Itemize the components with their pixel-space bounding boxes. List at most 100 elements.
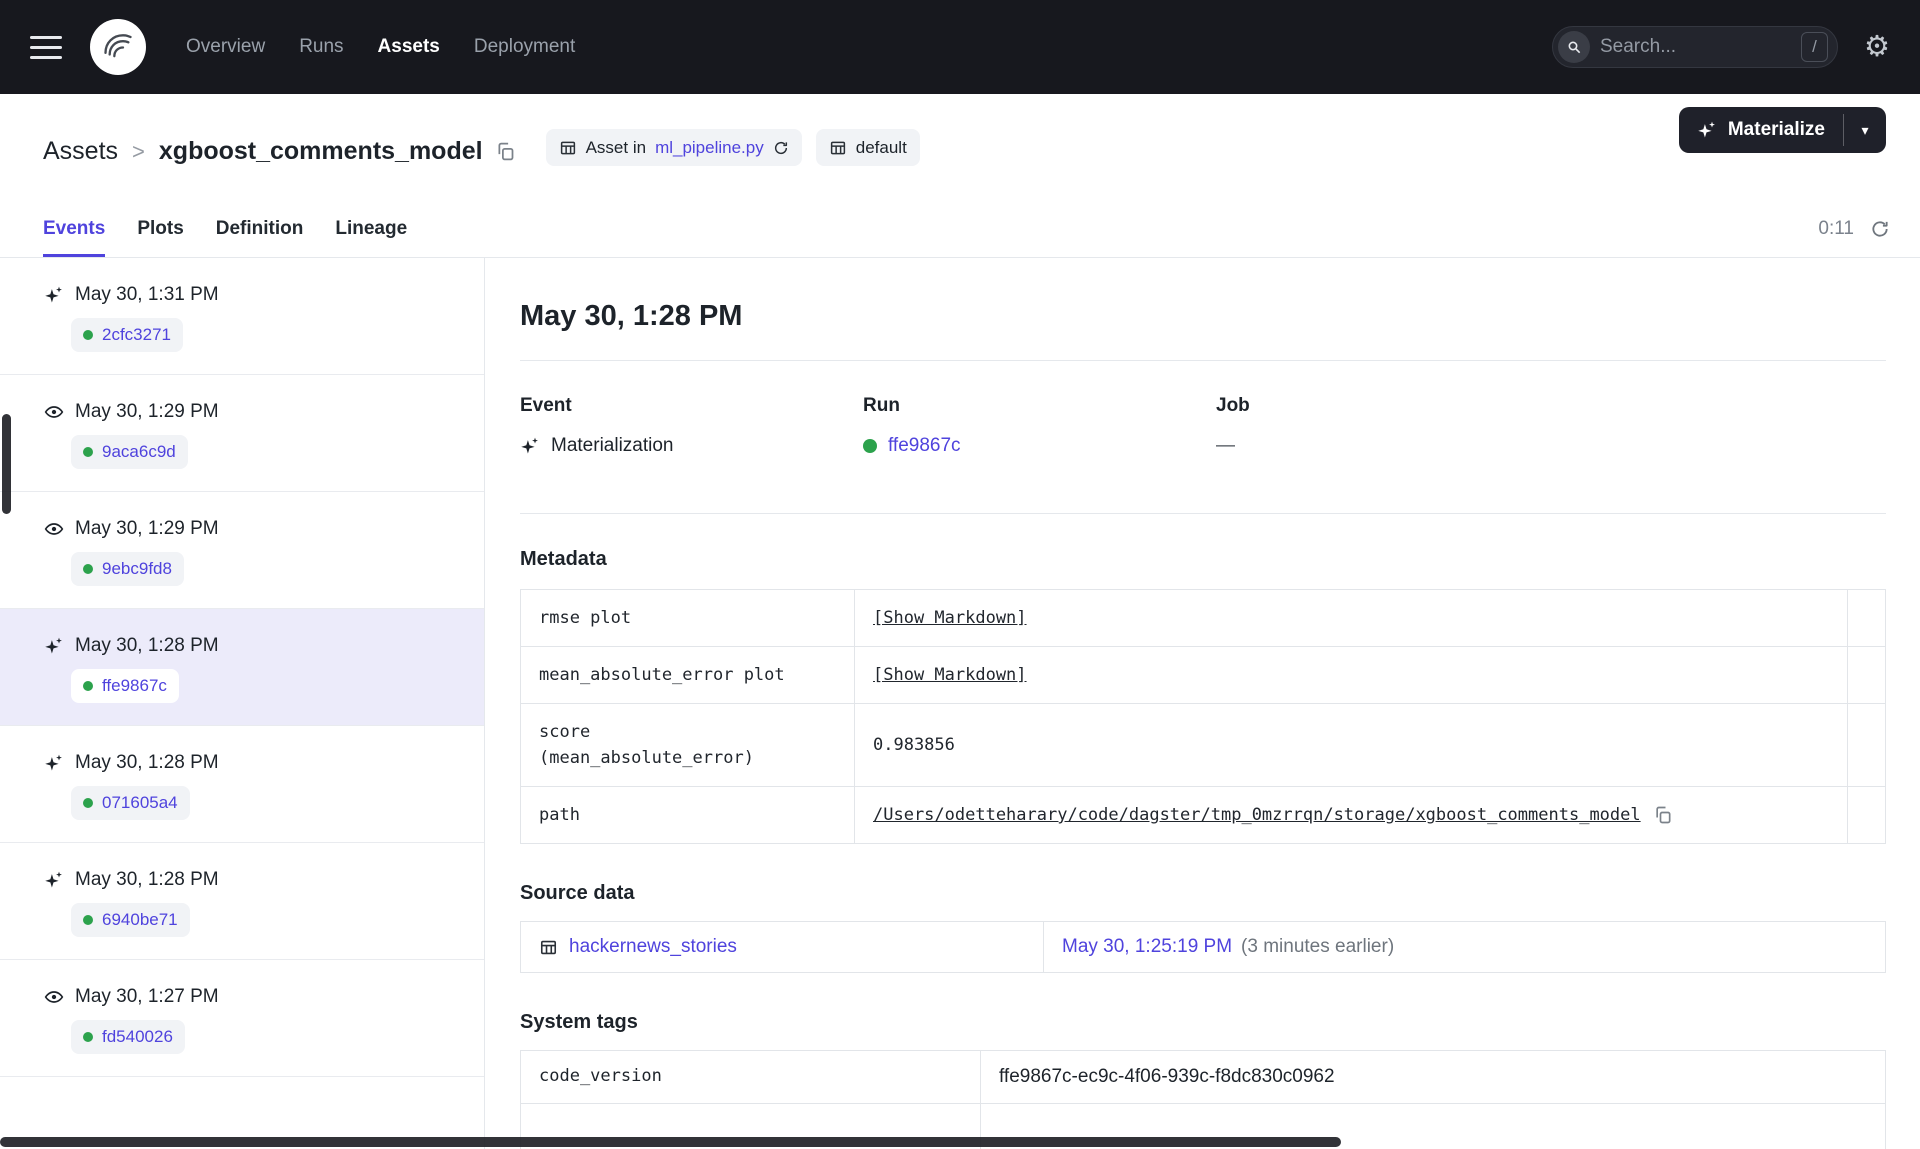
run-tag[interactable]: fd540026: [71, 1020, 185, 1054]
asset-group-tag[interactable]: default: [815, 129, 920, 166]
run-id-link[interactable]: ffe9867c: [888, 435, 961, 457]
tab-lineage[interactable]: Lineage: [335, 218, 407, 257]
event-time: May 30, 1:28 PM: [75, 635, 219, 656]
metadata-row: path /Users/odetteharary/code/dagster/tm…: [521, 786, 1885, 843]
dagster-logo[interactable]: [90, 19, 146, 75]
run-tag[interactable]: 071605a4: [71, 786, 190, 820]
run-id: 071605a4: [102, 793, 178, 812]
show-markdown-link[interactable]: [Show Markdown]: [873, 662, 1027, 688]
timer-value: 0:11: [1818, 218, 1854, 239]
breadcrumb: Assets > xgboost_comments_model: [43, 137, 516, 166]
run-tag[interactable]: ffe9867c: [71, 669, 179, 703]
tab-plots[interactable]: Plots: [137, 218, 183, 257]
metadata-key-line1: score: [539, 722, 591, 742]
run-id: ffe9867c: [102, 676, 167, 695]
job-label: Job: [1216, 395, 1250, 416]
event-time: May 30, 1:28 PM: [75, 752, 219, 773]
event-time: May 30, 1:31 PM: [75, 284, 219, 305]
run-tag[interactable]: 9aca6c9d: [71, 435, 188, 469]
source-timestamp-link[interactable]: May 30, 1:25:19 PM: [1062, 936, 1232, 958]
group-icon: [830, 141, 845, 154]
metadata-score-value: 0.983856: [873, 735, 955, 755]
event-list: May 30, 1:31 PM 2cfc3271 May 30, 1:29 PM…: [0, 258, 485, 1149]
event-label: Event: [520, 395, 572, 416]
event-list-item[interactable]: May 30, 1:27 PM fd540026: [0, 960, 484, 1077]
materialization-icon: [45, 871, 62, 888]
tab-events[interactable]: Events: [43, 218, 105, 257]
pipeline-file-link[interactable]: ml_pipeline.py: [655, 138, 764, 158]
materialization-icon: [45, 754, 62, 771]
run-id: 9aca6c9d: [102, 442, 176, 461]
top-nav: Overview Runs Assets Deployment / ⚙: [0, 0, 1920, 94]
event-type-value: Materialization: [551, 435, 674, 456]
nav-item-assets[interactable]: Assets: [378, 36, 440, 58]
nav-item-deployment[interactable]: Deployment: [474, 36, 575, 58]
gear-icon[interactable]: ⚙: [1864, 32, 1890, 62]
metadata-table: rmse plot [Show Markdown] mean_absolute_…: [520, 589, 1886, 844]
run-tag[interactable]: 9ebc9fd8: [71, 552, 184, 586]
materialization-icon: [45, 286, 62, 303]
asset-in-label: Asset in: [585, 137, 647, 157]
event-time: May 30, 1:28 PM: [75, 869, 219, 890]
event-list-item[interactable]: May 30, 1:29 PM 9ebc9fd8: [0, 492, 484, 609]
metadata-key: mean_absolute_error plot: [521, 647, 855, 703]
run-status-dot: [83, 681, 93, 691]
system-tag-row: code_version ffe9867c-ec9c-4f06-939c-f8d…: [521, 1051, 1885, 1103]
materialize-caret-icon[interactable]: ▾: [1844, 107, 1886, 153]
run-status-dot: [83, 798, 93, 808]
run-label: Run: [863, 395, 900, 416]
event-time: May 30, 1:27 PM: [75, 986, 219, 1007]
menu-icon[interactable]: [30, 35, 62, 59]
search-bar[interactable]: /: [1552, 26, 1838, 68]
event-list-item[interactable]: May 30, 1:28 PM 6940be71: [0, 843, 484, 960]
metadata-row-end-cell: [1847, 704, 1885, 786]
search-shortcut-key: /: [1801, 32, 1828, 62]
run-status-dot: [83, 447, 93, 457]
system-tag-key: code_version: [521, 1051, 981, 1103]
nav-item-runs[interactable]: Runs: [299, 36, 343, 58]
path-link[interactable]: /Users/odetteharary/code/dagster/tmp_0mz…: [873, 802, 1641, 828]
source-asset-link[interactable]: hackernews_stories: [569, 936, 737, 958]
event-detail-panel: May 30, 1:28 PM Event Materialization Ru…: [485, 258, 1920, 1149]
materialize-button[interactable]: Materialize: [1679, 107, 1843, 153]
run-column: Run ffe9867c: [863, 395, 1216, 457]
refresh-icon[interactable]: [1870, 219, 1890, 239]
metadata-key: score (mean_absolute_error): [521, 704, 855, 786]
run-tag[interactable]: 6940be71: [71, 903, 190, 937]
run-id: fd540026: [102, 1027, 173, 1046]
asset-header: Assets > xgboost_comments_model Asset in…: [0, 94, 1920, 166]
nav-links: Overview Runs Assets Deployment: [186, 36, 575, 58]
materialization-icon: [45, 637, 62, 654]
copy-asset-name-icon[interactable]: [495, 141, 516, 162]
nav-item-overview[interactable]: Overview: [186, 36, 265, 58]
event-summary: Event Materialization Run ffe9867c Job —: [520, 395, 1886, 457]
vertical-scrollbar-thumb[interactable]: [2, 414, 11, 514]
breadcrumb-assets-link[interactable]: Assets: [43, 137, 118, 166]
copy-path-icon[interactable]: [1653, 805, 1673, 825]
horizontal-scrollbar-thumb[interactable]: [0, 1137, 1341, 1147]
metadata-row-end-cell: [1847, 787, 1885, 843]
run-status-dot: [83, 915, 93, 925]
run-tag[interactable]: 2cfc3271: [71, 318, 183, 352]
reload-icon[interactable]: [773, 140, 789, 156]
job-value: —: [1216, 435, 1235, 456]
event-list-item[interactable]: May 30, 1:28 PM 071605a4: [0, 726, 484, 843]
materialization-icon: [521, 437, 538, 454]
refresh-timer: 0:11: [1818, 218, 1890, 257]
event-detail-title: May 30, 1:28 PM: [520, 300, 743, 332]
search-input[interactable]: [1600, 36, 1791, 58]
metadata-key: rmse plot: [521, 590, 855, 646]
metadata-row: mean_absolute_error plot [Show Markdown]: [521, 646, 1885, 703]
event-list-item[interactable]: May 30, 1:31 PM 2cfc3271: [0, 258, 484, 375]
asset-location-tag: Asset in ml_pipeline.py: [545, 129, 802, 166]
show-markdown-link[interactable]: [Show Markdown]: [873, 605, 1027, 631]
tab-definition[interactable]: Definition: [216, 218, 304, 257]
event-list-item-selected[interactable]: May 30, 1:28 PM ffe9867c: [0, 609, 484, 726]
asset-icon: [560, 141, 575, 154]
event-list-item[interactable]: May 30, 1:29 PM 9aca6c9d: [0, 375, 484, 492]
job-column: Job —: [1216, 395, 1886, 457]
system-tags-heading: System tags: [520, 1011, 638, 1033]
source-timestamp-note: (3 minutes earlier): [1241, 936, 1395, 957]
breadcrumb-separator: >: [132, 138, 145, 164]
event-time: May 30, 1:29 PM: [75, 518, 219, 539]
